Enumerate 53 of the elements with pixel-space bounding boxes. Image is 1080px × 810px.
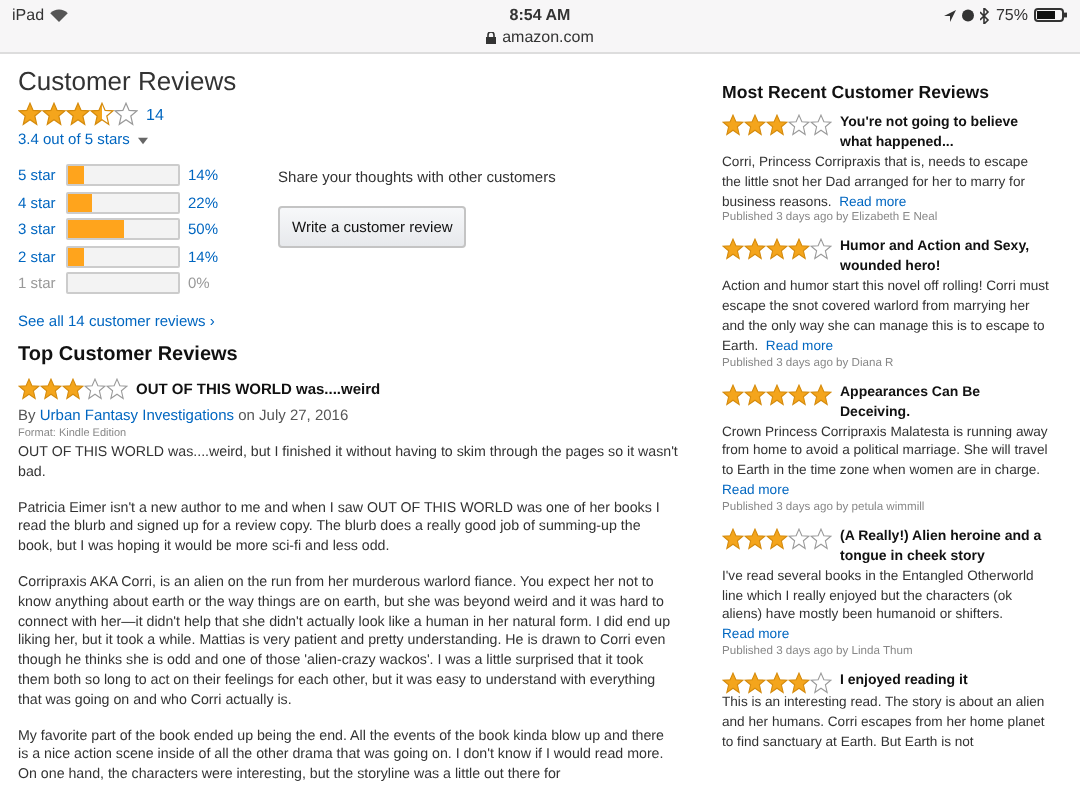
- star-icon: [788, 383, 810, 406]
- star-icon: [744, 671, 766, 694]
- star-icon: [766, 383, 788, 406]
- star-icon: [788, 671, 810, 694]
- star-icon: [722, 671, 744, 694]
- star-icon: [810, 114, 832, 136]
- star-icon: [84, 378, 106, 400]
- wifi-icon: [50, 8, 69, 22]
- url-text[interactable]: amazon.com: [502, 28, 594, 46]
- star-icon: [810, 527, 832, 550]
- star-icon: [106, 378, 128, 400]
- star-icon: [744, 238, 766, 261]
- star-icon: [766, 671, 788, 694]
- location-icon: [943, 9, 956, 21]
- star-icon: [788, 114, 810, 136]
- star-icon: [40, 378, 62, 400]
- section-title: Top Customer Reviews: [18, 344, 240, 366]
- star-icon: [722, 114, 744, 136]
- review-count-link[interactable]: 14: [146, 105, 164, 123]
- star-icon: [810, 383, 832, 406]
- star-icon: [18, 102, 42, 126]
- section-title: Most Recent Customer Reviews: [722, 82, 991, 102]
- star-icon: [744, 383, 766, 406]
- star-icon: [114, 102, 138, 126]
- star-icon: [722, 527, 744, 550]
- star-icon: [722, 383, 744, 406]
- rating-bar: [66, 191, 180, 213]
- star-icon: [744, 114, 766, 136]
- star-icon: [62, 378, 84, 400]
- lock-icon: [486, 31, 497, 43]
- rating-bar: [66, 164, 180, 186]
- star-icon: [66, 102, 90, 126]
- star-icon: [810, 671, 832, 694]
- caret-icon[interactable]: [137, 136, 148, 146]
- rating-bar: [66, 218, 180, 240]
- star-icon: [18, 378, 40, 400]
- star-icon: [42, 102, 66, 126]
- battery-percent: 75%: [995, 6, 1028, 24]
- star-icon: [766, 238, 788, 261]
- bluetooth-icon: [979, 7, 990, 23]
- star-icon: [722, 238, 744, 261]
- section-title: Customer Reviews: [18, 66, 239, 96]
- star-icon: [788, 238, 810, 261]
- clock-time: 8:54 AM: [509, 6, 571, 24]
- device-name: iPad: [12, 6, 45, 24]
- star-icon: [744, 527, 766, 550]
- star-icon: [788, 527, 810, 550]
- rating-bar: [66, 245, 180, 267]
- star-icon: [90, 102, 114, 126]
- star-icon: [766, 527, 788, 550]
- star-icon: [766, 114, 788, 136]
- star-icon: [810, 238, 832, 261]
- battery-icon: [1033, 8, 1068, 22]
